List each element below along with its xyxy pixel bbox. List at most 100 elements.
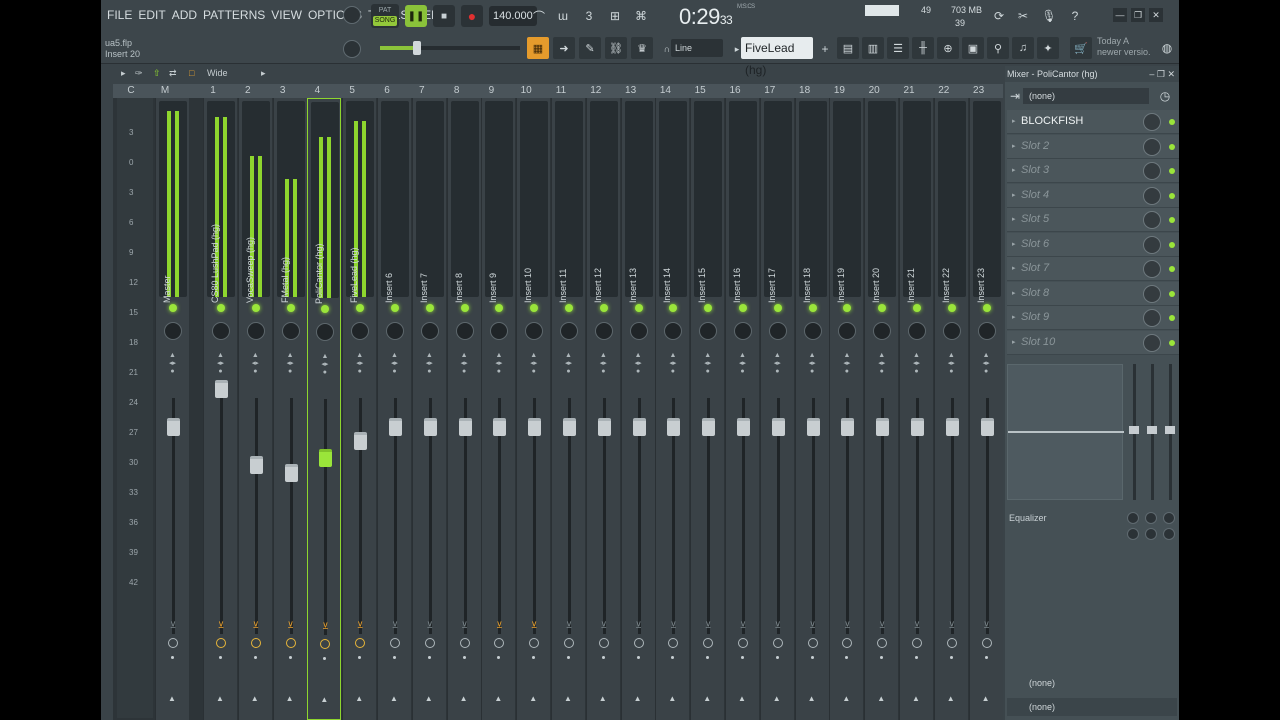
send-arrow-icon[interactable]: ▲ (842, 694, 850, 703)
record-button[interactable]: ● (461, 5, 483, 27)
send-arrow-icon[interactable]: ▲ (425, 694, 433, 703)
pan-knob[interactable] (525, 322, 544, 340)
close-icon[interactable]: ✕ (1149, 8, 1163, 22)
send-arrow-icon[interactable]: ▲ (355, 694, 363, 703)
mixer-strip[interactable]: Insert 12 ⊻ ▲ ◂▸ ● ▲ (585, 98, 620, 720)
fx-clock-icon[interactable] (168, 638, 178, 648)
pan-knob[interactable] (942, 322, 961, 340)
countdown-icon[interactable]: 3 (579, 6, 599, 26)
route-icon[interactable]: ⊻ (634, 620, 644, 630)
mixer-menu-icon[interactable]: ▸ (121, 68, 126, 79)
route-dot[interactable] (171, 656, 174, 659)
slot-mix-knob[interactable] (1143, 186, 1161, 205)
send-arrow-icon[interactable]: ▲ (216, 694, 224, 703)
volume-fader[interactable] (632, 418, 646, 436)
send-arrow-icon[interactable]: ▲ (286, 694, 294, 703)
volume-fader[interactable] (493, 418, 507, 436)
stereo-arrows-icon[interactable]: ▲ ◂▸ ● (948, 352, 955, 376)
route-dot[interactable] (845, 656, 849, 659)
route-dot[interactable] (741, 656, 744, 659)
route-icon[interactable]: ⊻ (703, 620, 713, 630)
route-icon[interactable]: ⊻ (773, 620, 783, 630)
mute-led[interactable] (913, 304, 921, 312)
mute-led[interactable] (704, 304, 713, 312)
eq-knob-1[interactable] (1127, 512, 1139, 524)
route-dot[interactable] (775, 656, 779, 659)
send-arrow-icon[interactable]: ▲ (390, 694, 398, 703)
slot-mix-knob[interactable] (1143, 260, 1161, 278)
route-dot[interactable] (601, 656, 605, 659)
pause-button[interactable]: ❚❚ (405, 5, 427, 27)
mixer-strip[interactable]: Insert 17 ⊻ ▲ ◂▸ ● ▲ (759, 98, 794, 720)
mixer-strip[interactable]: FiveLead (hg) ⊻ ▲ ◂▸ ● ▲ (342, 98, 377, 720)
effect-slot[interactable]: ▸ Slot 4 (1007, 183, 1179, 208)
brush-icon[interactable]: ✎ (579, 37, 601, 59)
mixer-view-label[interactable]: Wide (207, 68, 228, 78)
stereo-arrows-icon[interactable]: ▲ ◂▸ ● (287, 352, 294, 376)
volume-fader[interactable] (841, 418, 855, 436)
pattern-selector[interactable]: FiveLead (hg) (741, 37, 813, 77)
latency-clock-icon[interactable]: ◷ (1155, 86, 1175, 106)
mute-led[interactable] (669, 304, 678, 312)
fx-clock-icon[interactable] (946, 638, 957, 648)
slot-mix-knob[interactable] (1143, 137, 1161, 156)
send-arrow-icon[interactable]: ▲ (738, 694, 746, 703)
stamp-icon[interactable]: ♛ (631, 37, 653, 59)
panel-close-icon[interactable]: – ❐ ✕ (1149, 66, 1175, 82)
mute-led[interactable] (495, 304, 504, 312)
send-arrow-icon[interactable]: ▲ (168, 694, 176, 703)
send-arrow-icon[interactable]: ▲ (808, 694, 816, 703)
pan-knob[interactable] (803, 322, 822, 340)
stereo-arrows-icon[interactable]: ▲ ◂▸ ● (391, 352, 398, 376)
route-icon[interactable]: ⊻ (320, 621, 330, 631)
mixer-strip[interactable]: Master ⊻ ▲ ◂▸ ● ▲ (155, 98, 189, 720)
volume-fader[interactable] (806, 418, 820, 436)
route-dot[interactable] (567, 656, 570, 659)
effect-slot[interactable]: ▸ Slot 3 (1007, 159, 1179, 183)
add-pattern-icon[interactable]: + (815, 39, 835, 59)
fx-clock-icon[interactable] (529, 638, 540, 648)
volume-fader[interactable] (319, 449, 333, 467)
mixer-strip[interactable]: Insert 18 ⊻ ▲ ◂▸ ● ▲ (794, 98, 829, 720)
wait-input-icon[interactable]: ɯ (553, 6, 573, 26)
effect-slot[interactable]: ▸ Slot 5 (1007, 208, 1179, 232)
mute-led[interactable] (565, 304, 573, 312)
volume-fader[interactable] (423, 418, 437, 436)
mute-led[interactable] (773, 304, 782, 312)
eq-fader-high-thumb[interactable] (1165, 426, 1175, 434)
mixer-square-icon[interactable]: □ (189, 68, 194, 78)
fx-clock-icon[interactable] (424, 638, 435, 648)
stereo-arrows-icon[interactable]: ▲ ◂▸ ● (739, 352, 746, 376)
route-dot[interactable] (532, 656, 536, 659)
slot-enable-led[interactable] (1169, 192, 1175, 199)
route-icon[interactable]: ⊻ (460, 620, 470, 630)
mixer-strip[interactable]: Insert 11 ⊻ ▲ ◂▸ ● ▲ (551, 98, 585, 720)
mute-led[interactable] (634, 304, 643, 312)
effect-slot[interactable]: ▸ Slot 6 (1007, 232, 1179, 257)
news-tip[interactable]: Today A newer versio. (1097, 36, 1151, 58)
stereo-arrows-icon[interactable]: ▲ ◂▸ ● (356, 352, 363, 376)
mute-led[interactable] (169, 304, 177, 312)
volume-fader[interactable] (528, 418, 542, 436)
volume-fader[interactable] (702, 418, 716, 436)
effect-slot[interactable]: ▸ Slot 8 (1007, 281, 1179, 306)
stereo-arrows-icon[interactable]: ▲ ◂▸ ● (321, 353, 328, 377)
mute-led[interactable] (356, 304, 365, 312)
pan-knob[interactable] (281, 322, 300, 340)
stereo-arrows-icon[interactable]: ▲ ◂▸ ● (426, 352, 433, 376)
fx-clock-icon[interactable] (285, 638, 296, 648)
mute-led[interactable] (460, 304, 469, 312)
route-icon[interactable]: ⊻ (425, 620, 435, 630)
eq-knob-2[interactable] (1145, 512, 1157, 524)
master-slider-thumb[interactable] (413, 41, 421, 55)
stereo-arrows-icon[interactable]: ▲ ◂▸ ● (495, 352, 502, 376)
mixer-strip[interactable]: Insert 23 ⊻ ▲ ◂▸ ● ▲ (968, 98, 1003, 720)
route-icon[interactable]: ⊻ (390, 620, 400, 630)
mixer-strip[interactable]: Insert 16 ⊻ ▲ ◂▸ ● ▲ (725, 98, 759, 720)
fx-clock-icon[interactable] (216, 638, 226, 648)
fx-clock-icon[interactable] (598, 638, 609, 648)
slot-arrow-icon[interactable]: ▸ (1012, 313, 1016, 321)
pan-knob[interactable] (699, 322, 718, 340)
stop-button[interactable]: ■ (433, 5, 455, 27)
stereo-arrows-icon[interactable]: ▲ ◂▸ ● (669, 352, 676, 376)
